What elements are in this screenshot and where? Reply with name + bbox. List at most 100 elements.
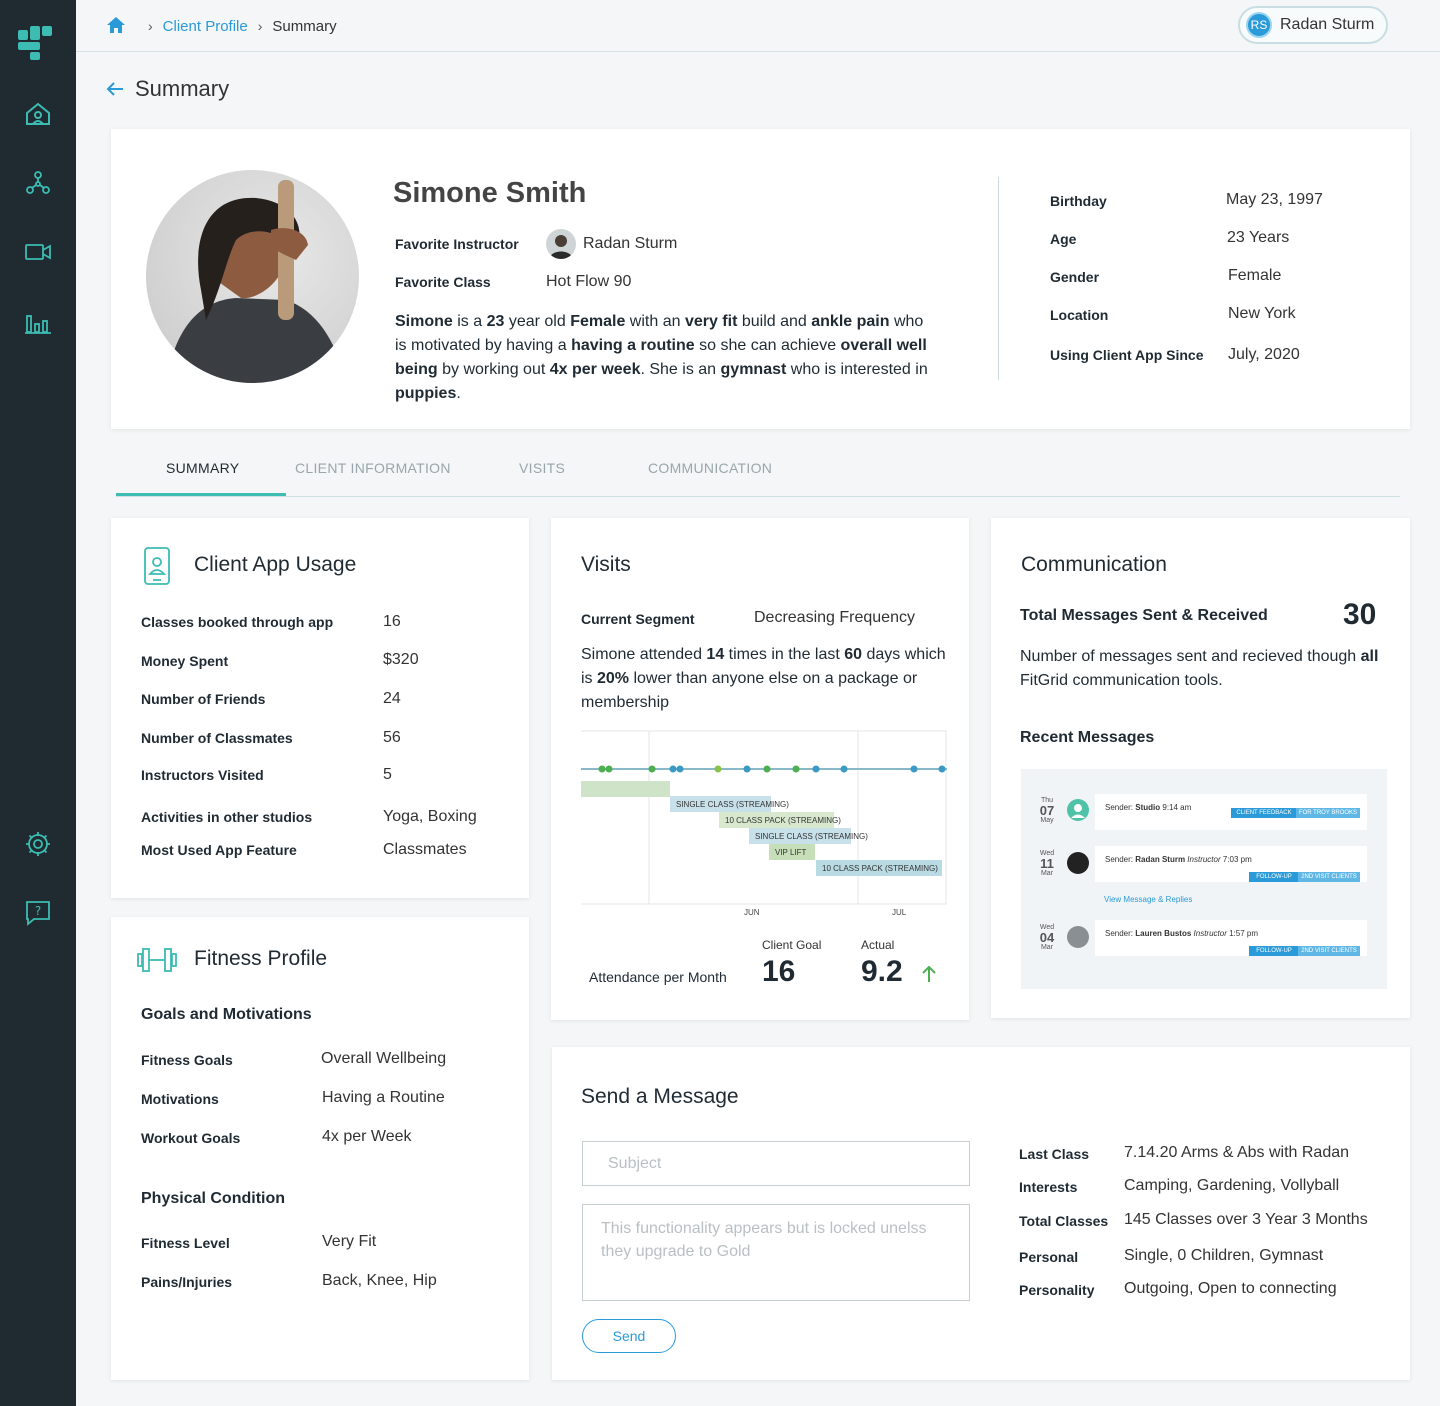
message-tag: FOLLOW-UP [1249,872,1299,882]
message-body-input[interactable]: This functionality appears but is locked… [582,1204,970,1301]
goal-value: 16 [762,955,796,988]
age-label: Age [1050,231,1077,247]
message-tag: 2ND VISIT CLIENTS [1298,872,1360,882]
settings-gear-icon[interactable] [22,828,54,860]
usage-value: 16 [383,613,401,630]
active-tab-indicator [116,493,286,496]
usage-label: Number of Classmates [141,730,293,746]
total-messages-label: Total Messages Sent & Received [1020,607,1268,624]
client-name: Simone Smith [393,177,587,209]
phone-user-icon [143,546,171,591]
info-value: 7.14.20 Arms & Abs with Radan [1124,1144,1350,1161]
breadcrumb-client-profile[interactable]: Client Profile [163,18,248,35]
fitgrid-logo-icon[interactable] [16,24,56,64]
sidebar: ? [0,0,76,1406]
recent-messages-label: Recent Messages [1020,729,1155,746]
message-tag: FOR TROY BROOKS [1296,808,1360,818]
app-since-value: July, 2020 [1228,346,1300,363]
usage-value: Classmates [383,841,467,858]
message-date: Wed 11 Mar [1039,850,1055,877]
video-icon[interactable] [22,236,54,268]
favorite-instructor-value[interactable]: Radan Sturm [583,235,677,253]
message-item[interactable]: Sender: Radan Sturm Instructor 7:03 pm F… [1095,846,1367,882]
actual-value: 9.2 [861,955,903,988]
message-item[interactable]: Sender: Studio 9:14 am CLIENT FEEDBACK F… [1095,794,1367,830]
fitness-goal-label: Fitness Goals [141,1052,233,1068]
chevron-right-icon: › [257,18,263,34]
physical-value: Very Fit [322,1233,377,1250]
fitness-goal-label: Motivations [141,1091,219,1107]
usage-label: Number of Friends [141,691,266,707]
user-menu-button[interactable]: RS Radan Sturm [1238,6,1388,44]
usage-value: 24 [383,690,401,707]
chevron-right-icon: › [148,18,153,34]
profile-tabs: SUMMARY CLIENT INFORMATION VISITS COMMUN… [116,448,1400,497]
app-usage-title: Client App Usage [194,553,357,576]
top-bar: › Client Profile › Summary RS Radan Stur… [76,0,1440,52]
month-label: JUL [892,908,907,917]
view-replies-link[interactable]: View Message & Replies [1104,895,1192,904]
usage-value: 56 [383,729,401,746]
send-button[interactable]: Send [582,1319,676,1353]
breadcrumb-summary: Summary [272,17,337,35]
goals-heading: Goals and Motivations [141,1006,312,1023]
home-icon[interactable] [22,98,54,130]
avatar: RS [1246,12,1272,38]
membership-bar: SINGLE CLASS (STREAMING) [670,796,789,812]
usage-label: Instructors Visited [141,767,264,783]
message-tag: 2ND VISIT CLIENTS [1298,946,1360,956]
tab-visits[interactable]: VISITS [519,460,565,476]
page-title-text: Summary [135,76,230,101]
visits-summary: Simone attended 14 times in the last 60 … [581,646,946,711]
location-value: New York [1228,305,1296,322]
client-app-usage-card: Client App Usage Classes booked through … [111,518,529,898]
message-tag: FOLLOW-UP [1249,946,1299,956]
actual-label: Actual [861,938,895,952]
physical-label: Fitness Level [141,1235,230,1251]
arrow-up-icon [921,965,937,988]
home-breadcrumb-icon[interactable] [106,16,126,36]
message-date: Thu 07 May [1039,797,1055,824]
analytics-icon[interactable] [22,307,54,339]
tab-client-information[interactable]: CLIENT INFORMATION [295,460,451,476]
segment-value: Decreasing Frequency [754,609,915,626]
fitness-goal-label: Workout Goals [141,1130,241,1146]
instructor-avatar [1067,926,1089,948]
svg-text:?: ? [35,904,41,918]
attendance-label: Attendance per Month [589,969,727,985]
gender-label: Gender [1050,269,1100,285]
user-name: Radan Sturm [1280,16,1375,33]
info-label: Total Classes [1019,1213,1109,1229]
help-chat-icon[interactable]: ? [22,897,54,929]
back-arrow-icon[interactable] [105,79,125,99]
page-title: Summary [105,76,229,102]
visits-timeline-chart: SINGLE CLASS (STREAMING) 10 CLASS PACK (… [581,730,947,930]
birthday-value: May 23, 1997 [1226,191,1323,208]
physical-value: Back, Knee, Hip [322,1272,437,1289]
tab-communication[interactable]: COMMUNICATION [648,460,772,476]
gender-value: Female [1228,267,1282,284]
favorite-class-value: Hot Flow 90 [546,273,632,290]
physical-label: Pains/Injuries [141,1274,233,1290]
fitness-goal-value: Overall Wellbeing [321,1050,447,1067]
age-value: 23 Years [1227,229,1290,246]
fitness-goal-value: 4x per Week [322,1128,412,1145]
tab-summary[interactable]: SUMMARY [166,460,239,476]
info-value: 145 Classes over 3 Year 3 Months [1124,1211,1368,1228]
total-messages-value: 30 [1343,598,1377,631]
info-label: Interests [1019,1179,1078,1195]
messages-description: Number of messages sent and recieved tho… [1020,648,1379,689]
message-item[interactable]: Sender: Lauren Bustos Instructor 1:57 pm… [1095,920,1367,956]
subject-input[interactable]: Subject [582,1141,970,1186]
usage-label: Most Used App Feature [141,842,297,858]
send-message-title: Send a Message [581,1085,739,1108]
location-label: Location [1050,307,1109,323]
info-value: Outgoing, Open to connecting [1124,1280,1337,1297]
usage-value: 5 [383,766,392,783]
membership-bar: SINGLE CLASS (STREAMING) [749,828,868,844]
physical-heading: Physical Condition [141,1190,286,1207]
info-value: Single, 0 Children, Gymnast [1124,1247,1324,1264]
network-icon[interactable] [22,167,54,199]
message-tag: CLIENT FEEDBACK [1231,808,1297,818]
birthday-label: Birthday [1050,193,1107,209]
